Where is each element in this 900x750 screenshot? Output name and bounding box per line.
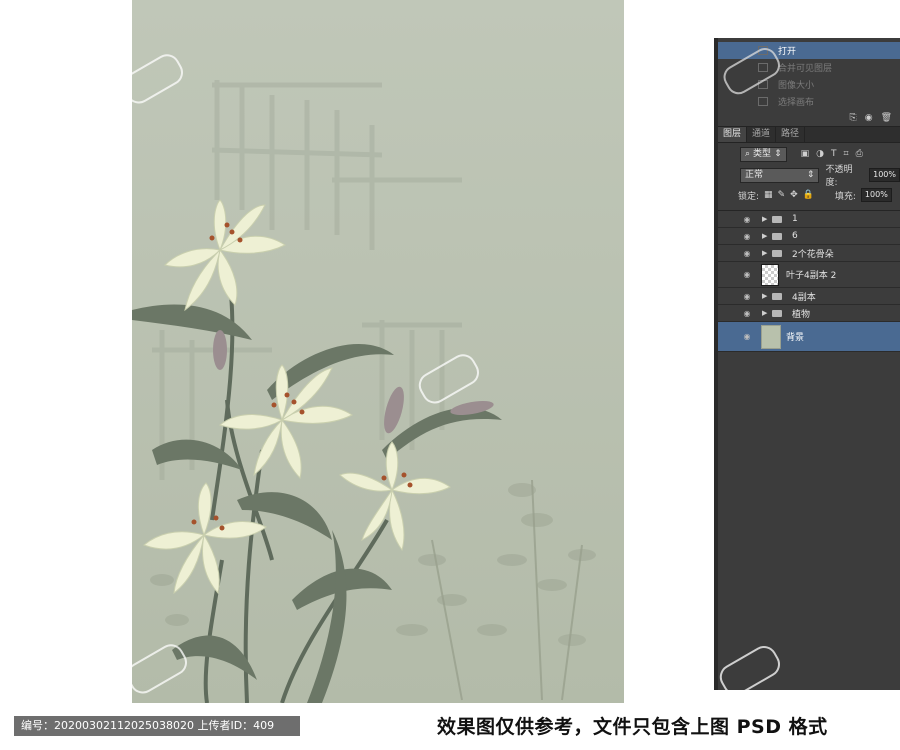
expand-triangle-icon[interactable]: ▶ bbox=[762, 292, 767, 300]
layer-row[interactable]: ◉ ▶ 1 bbox=[718, 211, 900, 228]
eye-icon[interactable]: ◉ bbox=[742, 215, 752, 224]
pixel-filter-icon[interactable]: ▣ bbox=[801, 149, 810, 159]
adjustment-filter-icon[interactable]: ◑ bbox=[816, 149, 824, 159]
camera-icon[interactable]: ◉ bbox=[865, 113, 873, 123]
lock-transparency-icon[interactable]: ▦ bbox=[764, 190, 773, 200]
notice-caption: 效果图仅供参考，文件只包含上图 PSD 格式 bbox=[437, 716, 828, 738]
lock-pixels-icon[interactable]: ✎ bbox=[778, 190, 786, 200]
photoshop-panel: 打开 合并可见图层 图像大小 选择画布 ⎘ ◉ 🗑 图层 通道 路径 ⌕ 类型 … bbox=[714, 38, 900, 690]
layer-row[interactable]: ◉ ▶ 6 bbox=[718, 228, 900, 245]
layer-row[interactable]: ◉ ▶ 4副本 bbox=[718, 288, 900, 305]
folder-icon bbox=[772, 232, 782, 240]
eye-icon[interactable]: ◉ bbox=[742, 249, 752, 258]
eye-icon[interactable]: ◉ bbox=[742, 270, 752, 279]
history-footer: ⎘ ◉ 🗑 bbox=[718, 110, 900, 126]
watermark bbox=[714, 36, 794, 110]
lock-label: 锁定: bbox=[738, 191, 760, 202]
lock-row: 锁定: ▦ ✎ ✥ 🔒 填充: 100% bbox=[718, 185, 900, 205]
id-caption: 编号：20200302112025038020 上传者ID：409 bbox=[14, 716, 300, 736]
lock-position-icon[interactable]: ✥ bbox=[790, 190, 798, 200]
panel-tabs: 图层 通道 路径 bbox=[718, 126, 900, 143]
lock-all-icon[interactable]: 🔒 bbox=[803, 190, 814, 200]
expand-triangle-icon[interactable]: ▶ bbox=[762, 232, 767, 240]
search-icon: ⌕ bbox=[745, 148, 751, 159]
lily-illustration bbox=[132, 0, 624, 703]
layer-row[interactable]: ◉ 叶子4副本 2 bbox=[718, 262, 900, 288]
blend-row: 正常 ⇕ 不透明度: 100% bbox=[718, 165, 900, 188]
opacity-input[interactable]: 100% bbox=[869, 168, 900, 182]
tab-channels[interactable]: 通道 bbox=[747, 127, 777, 142]
type-filter-icon[interactable]: T bbox=[831, 149, 837, 159]
eye-icon[interactable]: ◉ bbox=[742, 292, 752, 301]
layer-thumbnail bbox=[761, 263, 779, 286]
trash-icon[interactable]: 🗑 bbox=[881, 113, 892, 123]
watermark bbox=[112, 40, 202, 124]
eye-icon[interactable]: ◉ bbox=[742, 332, 752, 341]
expand-triangle-icon[interactable]: ▶ bbox=[762, 249, 767, 257]
layers-list: ◉ ▶ 1 ◉ ▶ 6 ◉ ▶ 2个花骨朵 ◉ 叶子4副本 2 ◉ ▶ 4副本 bbox=[718, 210, 900, 352]
opacity-label: 不透明度: bbox=[825, 165, 853, 188]
blend-mode-select[interactable]: 正常 ⇕ bbox=[740, 167, 820, 183]
expand-triangle-icon[interactable]: ▶ bbox=[762, 309, 767, 317]
tab-layers[interactable]: 图层 bbox=[718, 127, 748, 142]
chevron-updown-icon: ⇕ bbox=[806, 169, 815, 180]
layer-row-background[interactable]: ◉ 背景 bbox=[718, 322, 900, 352]
fill-input[interactable]: 100% bbox=[860, 188, 892, 202]
layer-thumbnail bbox=[761, 324, 781, 349]
filter-icons: ▣ ◑ T ⌗ ⎙ bbox=[801, 149, 863, 159]
artwork-preview bbox=[132, 0, 624, 703]
watermark bbox=[408, 340, 498, 424]
tab-paths[interactable]: 路径 bbox=[776, 127, 806, 142]
chevron-updown-icon: ⇕ bbox=[774, 148, 782, 159]
eye-icon[interactable]: ◉ bbox=[742, 232, 752, 241]
layer-row[interactable]: ◉ ▶ 2个花骨朵 bbox=[718, 245, 900, 262]
fill-label: 填充: bbox=[834, 191, 856, 202]
expand-triangle-icon[interactable]: ▶ bbox=[762, 215, 767, 223]
layer-row[interactable]: ◉ ▶ 植物 bbox=[718, 305, 900, 322]
folder-icon bbox=[772, 292, 782, 300]
folder-icon bbox=[772, 249, 782, 257]
folder-icon bbox=[772, 215, 782, 223]
new-document-icon[interactable]: ⎘ bbox=[850, 113, 857, 123]
layer-filter-select[interactable]: ⌕ 类型 ⇕ bbox=[740, 146, 787, 162]
eye-icon[interactable]: ◉ bbox=[742, 309, 752, 318]
layer-filter-row: ⌕ 类型 ⇕ ▣ ◑ T ⌗ ⎙ bbox=[718, 143, 900, 165]
smart-object-filter-icon[interactable]: ⎙ bbox=[856, 149, 863, 159]
shape-filter-icon[interactable]: ⌗ bbox=[843, 149, 848, 159]
watermark bbox=[116, 630, 206, 714]
folder-icon bbox=[772, 309, 782, 317]
watermark bbox=[708, 640, 798, 704]
